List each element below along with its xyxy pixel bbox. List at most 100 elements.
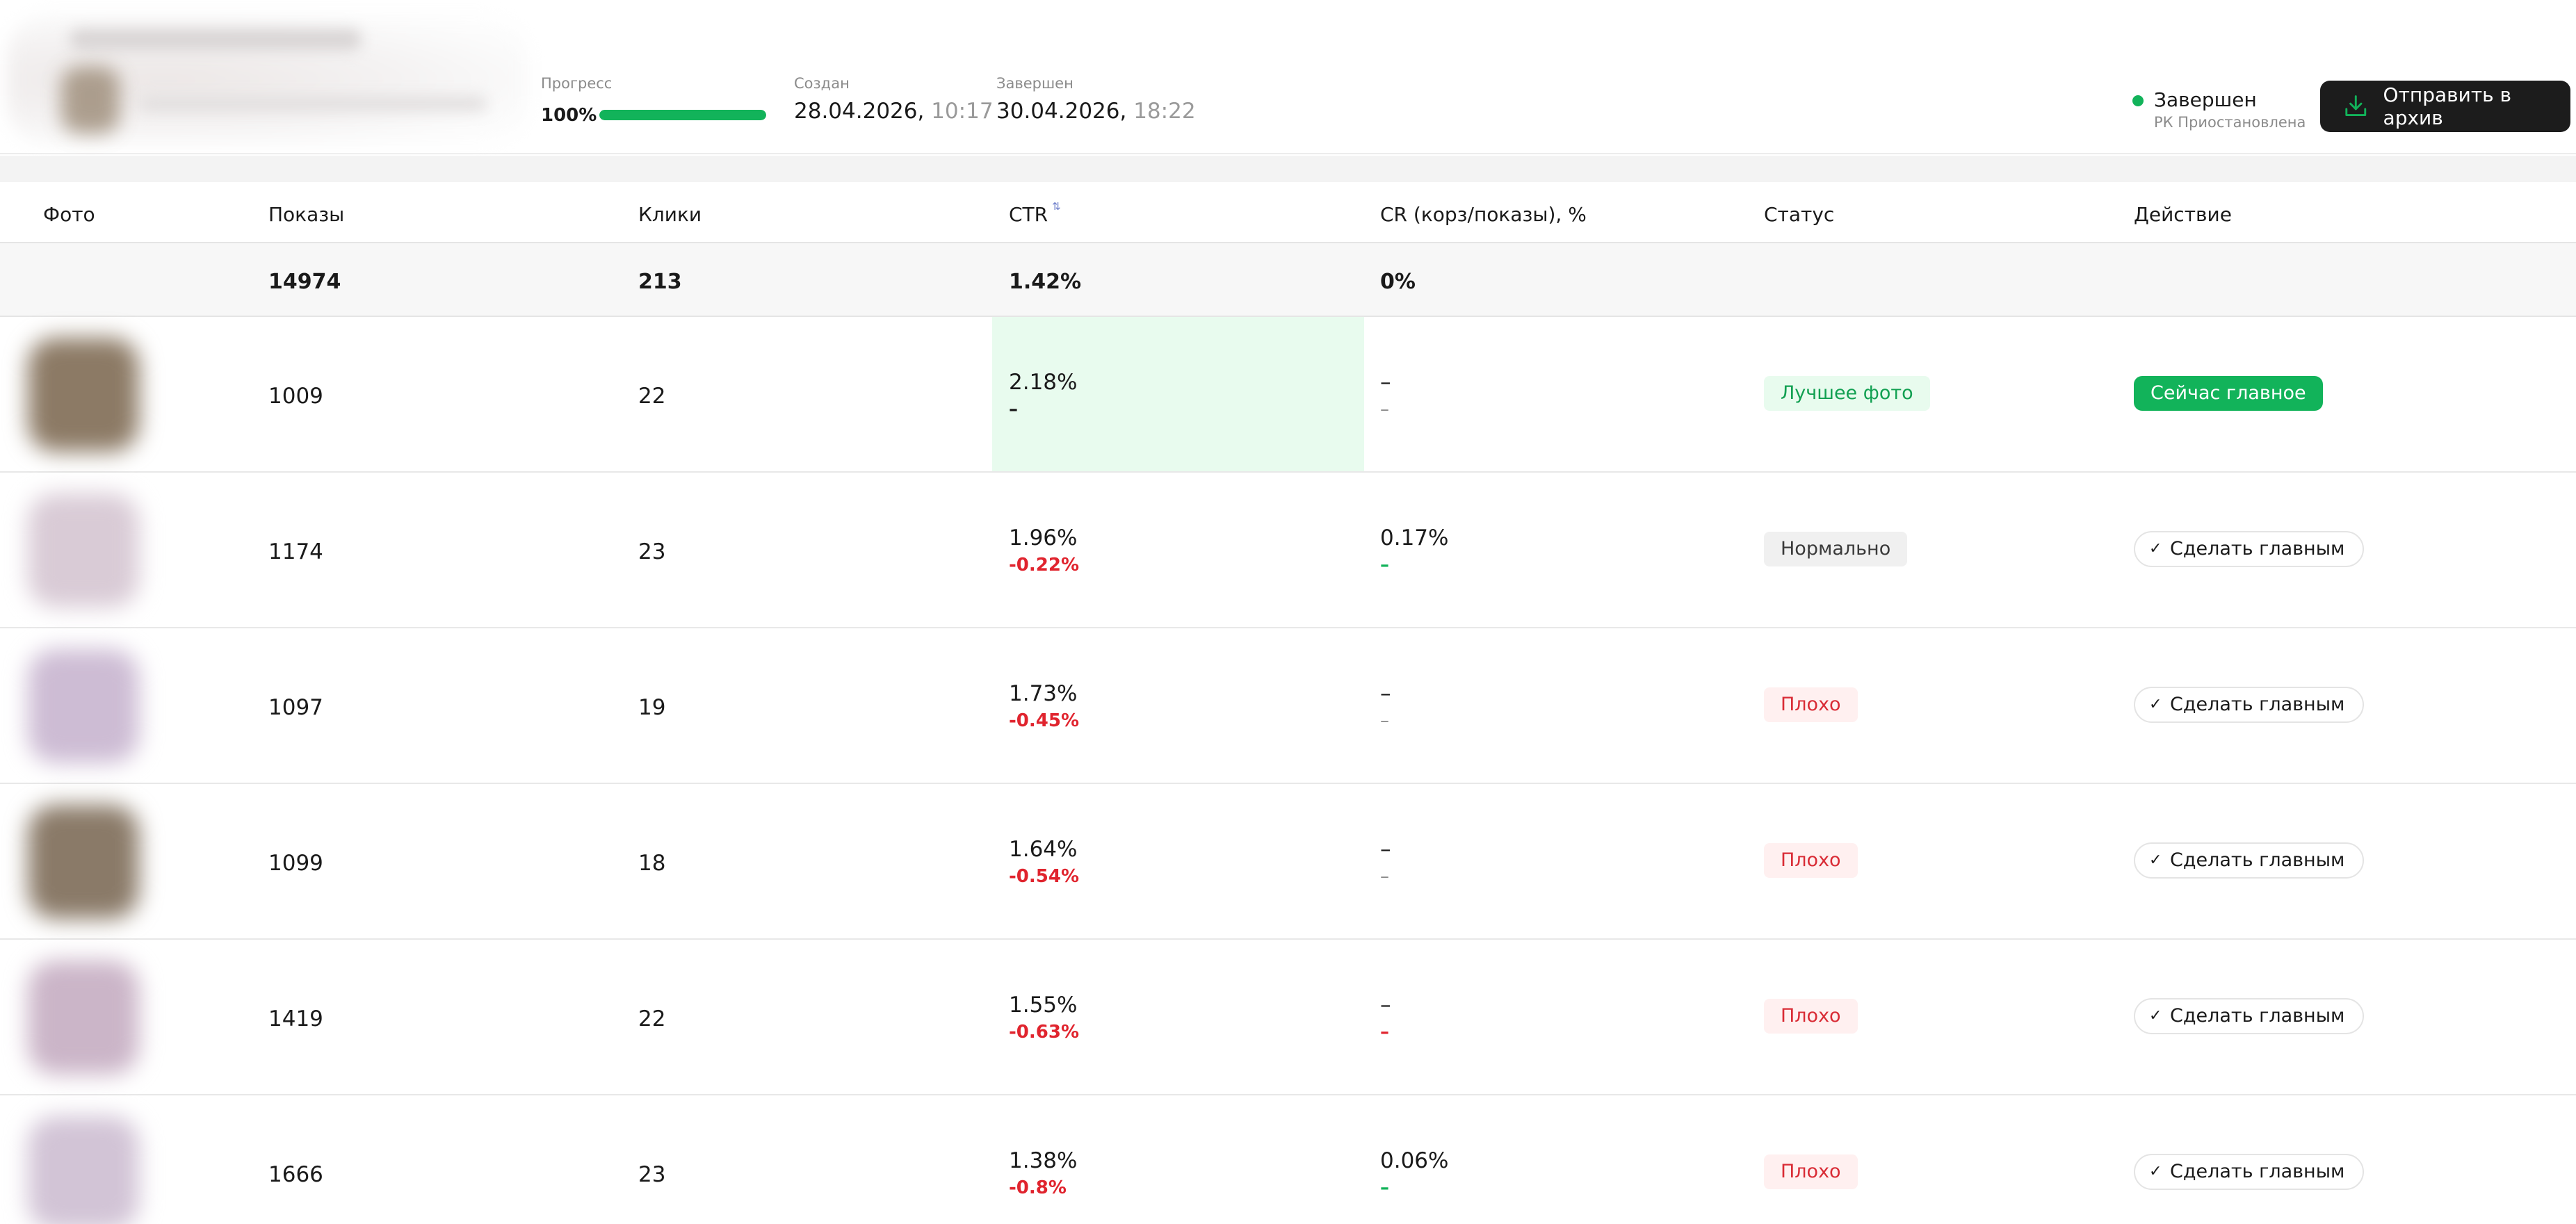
table-row: 1666 23 1.38% -0.8% 0.06% – Плохо ✓ Сдела… xyxy=(0,1095,2576,1224)
make-main-button[interactable]: ✓ Сделать главным xyxy=(2134,531,2365,567)
row-cr: – xyxy=(1380,993,1391,1018)
row-ctr-delta: -0.45% xyxy=(1009,710,1079,731)
current-main-button[interactable]: Сейчас главное xyxy=(2134,376,2323,411)
row-cr-delta: – xyxy=(1380,399,1389,420)
make-main-label: Сделать главным xyxy=(2170,538,2345,560)
check-icon: ✓ xyxy=(2149,696,2162,713)
row-cr: – xyxy=(1380,370,1391,395)
status-badge: Плохо xyxy=(1764,1154,1858,1189)
row-impressions: 1097 xyxy=(268,695,323,720)
progress-bar-fill xyxy=(599,110,766,120)
row-cr: – xyxy=(1380,681,1391,706)
progress-label: Прогресс xyxy=(541,75,613,92)
finished-datetime: 30.04.2026, 18:22 xyxy=(996,99,1196,124)
row-ctr: 1.64% xyxy=(1009,837,1078,862)
row-cr-delta: – xyxy=(1380,1022,1389,1043)
photo-thumbnail[interactable] xyxy=(28,805,139,919)
row-impressions: 1174 xyxy=(268,539,323,564)
row-cr-delta: – xyxy=(1380,866,1389,887)
row-cr: – xyxy=(1380,837,1391,862)
status-badge: Плохо xyxy=(1764,999,1858,1034)
check-icon: ✓ xyxy=(2149,851,2162,869)
created-datetime: 28.04.2026, 10:17 xyxy=(794,99,994,124)
row-impressions: 1099 xyxy=(268,851,323,876)
row-cr: 0.17% xyxy=(1380,525,1449,550)
blurred-product-thumbnail xyxy=(61,67,120,133)
col-ctr[interactable]: CTR ⇅ xyxy=(1009,200,1061,226)
status-badge: Нормально xyxy=(1764,532,1908,566)
table-row: 1174 23 1.96% -0.22% 0.17% – Нормально ✓… xyxy=(0,473,2576,628)
row-ctr: 1.73% xyxy=(1009,681,1078,706)
make-main-button[interactable]: ✓ Сделать главным xyxy=(2134,687,2365,723)
col-clicks: Клики xyxy=(638,203,702,226)
status-badge: Плохо xyxy=(1764,843,1858,878)
row-impressions: 1419 xyxy=(268,1006,323,1031)
photo-thumbnail[interactable] xyxy=(28,338,139,452)
make-main-button[interactable]: ✓ Сделать главным xyxy=(2134,842,2365,879)
col-cr: CR (корз/показы), % xyxy=(1380,203,1587,226)
blurred-product-title xyxy=(70,29,362,50)
col-status: Статус xyxy=(1764,203,1835,226)
campaign-header: Прогресс 100% Создан 28.04.2026, 10:17 З… xyxy=(0,0,2576,154)
row-ctr: 1.38% xyxy=(1009,1148,1078,1173)
archive-button-label: Отправить в архив xyxy=(2383,83,2512,129)
blurred-product-subtitle xyxy=(139,96,487,111)
photo-thumbnail[interactable] xyxy=(28,493,139,607)
progress-value: 100% xyxy=(541,105,597,126)
row-ctr-delta: -0.63% xyxy=(1009,1022,1079,1043)
row-clicks: 23 xyxy=(638,539,666,564)
table-row: 1009 22 2.18% – – – Лучшее фото Сейчас г… xyxy=(0,317,2576,473)
photo-thumbnail[interactable] xyxy=(28,1116,139,1224)
download-tray-icon xyxy=(2345,95,2367,116)
row-cr-delta: – xyxy=(1380,1177,1389,1198)
campaign-status-subtitle: РК Приостановлена xyxy=(2154,114,2306,131)
finished-date: 30.04.2026, xyxy=(996,99,1127,124)
row-ctr-delta: – xyxy=(1009,399,1018,420)
row-clicks: 23 xyxy=(638,1162,666,1187)
total-cr: 0% xyxy=(1380,270,1416,294)
photo-thumbnail[interactable] xyxy=(28,961,139,1075)
row-clicks: 22 xyxy=(638,1006,666,1031)
make-main-label: Сделать главным xyxy=(2170,849,2345,871)
created-label: Создан xyxy=(794,75,850,92)
finished-time: 18:22 xyxy=(1126,99,1196,124)
row-impressions: 1009 xyxy=(268,384,323,409)
sort-arrows-icon[interactable]: ⇅ xyxy=(1052,200,1061,213)
finished-label: Завершен xyxy=(996,75,1074,92)
check-icon: ✓ xyxy=(2149,1163,2162,1180)
check-icon: ✓ xyxy=(2149,1007,2162,1025)
make-main-label: Сделать главным xyxy=(2170,694,2345,715)
photo-thumbnail[interactable] xyxy=(28,649,139,763)
table-row: 1419 22 1.55% -0.63% – – Плохо ✓ Сделать … xyxy=(0,940,2576,1095)
row-cr-delta: – xyxy=(1380,710,1389,731)
created-time: 10:17 xyxy=(924,99,994,124)
make-main-button[interactable]: ✓ Сделать главным xyxy=(2134,998,2365,1034)
make-main-label: Сделать главным xyxy=(2170,1161,2345,1182)
row-clicks: 19 xyxy=(638,695,666,720)
col-ctr-label: CTR xyxy=(1009,203,1048,226)
table-row: 1097 19 1.73% -0.45% – – Плохо ✓ Сделать … xyxy=(0,628,2576,784)
row-ctr: 1.96% xyxy=(1009,525,1078,550)
col-action: Действие xyxy=(2134,203,2232,226)
make-main-label: Сделать главным xyxy=(2170,1005,2345,1027)
table-row: 1099 18 1.64% -0.54% – – Плохо ✓ Сделать … xyxy=(0,784,2576,940)
row-ctr: 1.55% xyxy=(1009,993,1078,1018)
row-ctr: 2.18% xyxy=(1009,370,1078,395)
row-ctr-delta: -0.22% xyxy=(1009,555,1079,576)
campaign-status: Завершен xyxy=(2154,88,2257,111)
row-cr: 0.06% xyxy=(1380,1148,1449,1173)
col-photo: Фото xyxy=(43,203,95,226)
make-main-button[interactable]: ✓ Сделать главным xyxy=(2134,1154,2365,1190)
row-ctr-delta: -0.54% xyxy=(1009,866,1079,887)
status-badge: Плохо xyxy=(1764,687,1858,722)
row-impressions: 1666 xyxy=(268,1162,323,1187)
status-dot-icon xyxy=(2132,95,2144,106)
separator-band xyxy=(0,156,2576,182)
page: Прогресс 100% Создан 28.04.2026, 10:17 З… xyxy=(0,0,2576,1224)
archive-button[interactable]: Отправить в архив xyxy=(2320,81,2570,132)
table-header: Фото Показы Клики CTR ⇅ CR (корз/показы),… xyxy=(0,182,2576,243)
row-clicks: 18 xyxy=(638,851,666,876)
col-impressions: Показы xyxy=(268,203,345,226)
row-clicks: 22 xyxy=(638,384,666,409)
total-clicks: 213 xyxy=(638,270,682,294)
